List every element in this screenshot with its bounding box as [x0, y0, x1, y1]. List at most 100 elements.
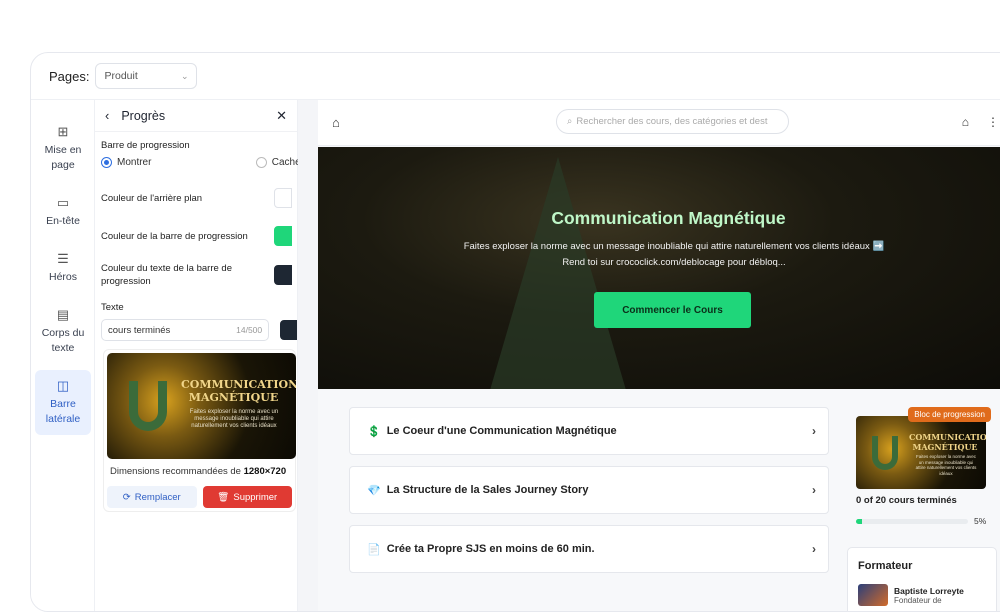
instructor-card: Formateur Baptiste Lorreyte Fondateur de: [847, 547, 997, 611]
bg-color-label: Couleur de l'arrière plan: [101, 192, 203, 204]
home-icon[interactable]: ⌂: [962, 115, 969, 129]
delete-button[interactable]: 🗑 Supprimer: [202, 486, 292, 508]
lesson-item[interactable]: 📄 Crée ta Propre SJS en moins de 60 min.…: [349, 525, 829, 573]
radio-show-label: Montrer: [117, 157, 152, 168]
header-actions: ⌂ ⋮⋮: [962, 115, 1000, 129]
radio-hide[interactable]: Cacher: [255, 157, 304, 168]
pages-select-value: Produit: [104, 70, 138, 82]
delete-label: Supprimer: [233, 491, 278, 503]
header-icon: ▭: [56, 195, 70, 210]
chevron-right-icon: ›: [812, 542, 816, 556]
pages-select[interactable]: Produit ⌄: [95, 63, 198, 89]
apps-grid-icon[interactable]: ⋮⋮: [987, 115, 1000, 129]
bar-text-color-row: Couleur du texte de la barre de progress…: [95, 262, 298, 288]
progress-block[interactable]: Bloc de progression COMMUNICATION MAGNÉT…: [853, 407, 993, 526]
replace-button[interactable]: ⟳ Remplacer: [107, 486, 197, 508]
home-icon[interactable]: ⌂: [332, 115, 340, 130]
close-icon[interactable]: ✕: [276, 108, 287, 124]
instructor-role: Fondateur de: [894, 595, 942, 605]
text-label: Texte: [101, 302, 124, 313]
hero-title: Communication Magnétique: [551, 208, 786, 228]
progress-percent: 5%: [974, 516, 987, 526]
top-bar: Pages: Produit ⌄: [31, 53, 1000, 100]
thumbnail-title: COMMUNICATION MAGNÉTIQUE: [909, 432, 986, 452]
radio-show[interactable]: Montrer: [101, 157, 151, 168]
hero-background-shape: [488, 157, 628, 389]
app-frame: Pages: Produit ⌄ ⊞ Mise en page ▭ En-têt…: [30, 52, 1000, 612]
sidebar-icon: ◫: [56, 378, 70, 393]
bg-color-swatch[interactable]: [274, 188, 292, 208]
thumbnail-subtitle: Faites exploser la norme avec un message…: [189, 409, 279, 429]
chevron-right-icon: ›: [812, 483, 816, 497]
text-color-swatch[interactable]: [280, 320, 297, 340]
panel-gutter: [298, 100, 318, 611]
nav-item-body-text[interactable]: ▤ Corps du texte: [35, 299, 91, 364]
progress-bar-fill: [856, 518, 862, 524]
lesson-item[interactable]: 💎 La Structure de la Sales Journey Story…: [349, 466, 829, 514]
nav-item-label: Héros: [48, 271, 77, 283]
bar-color-swatch[interactable]: [274, 226, 292, 246]
instructor-title: Formateur: [858, 560, 913, 572]
document-icon: 📄: [367, 543, 381, 556]
radio-dot-checked: [101, 157, 112, 168]
magnet-graphic: [872, 436, 898, 470]
panel-header: ‹ Progrès ✕: [95, 100, 297, 132]
nav-item-label: Mise en page: [44, 144, 82, 171]
avatar: [858, 584, 888, 606]
replace-label: Remplacer: [134, 491, 181, 503]
bar-text-color-label: Couleur du texte de la barre de progress…: [101, 263, 232, 287]
text-input-row: cours terminés 14/500: [95, 313, 297, 341]
progress-text-input[interactable]: cours terminés 14/500: [101, 319, 270, 341]
search-input[interactable]: ⌕ Rechercher des cours, des catégories e…: [556, 109, 789, 134]
dimensions-text: Dimensions recommandées de 1280×720: [107, 459, 292, 477]
progress-block-badge: Bloc de progression: [908, 407, 991, 422]
pages-label: Pages:: [49, 68, 90, 84]
dollar-icon: 💲: [367, 425, 381, 438]
preview-area: ⌂ ⌕ Rechercher des cours, des catégories…: [318, 100, 1000, 611]
start-course-button[interactable]: Commencer le Cours: [594, 292, 751, 328]
hero-description: Faites exploser la norme avec un message…: [463, 241, 885, 268]
back-arrow-icon[interactable]: ‹: [105, 108, 109, 123]
instructor-name: Baptiste Lorreyte: [894, 585, 964, 596]
nav-item-label: Barre latérale: [45, 398, 81, 425]
visibility-radio-group: Montrer Cacher: [95, 157, 310, 168]
progress-text-value: cours terminés: [108, 324, 171, 336]
instructor-row: Baptiste Lorreyte Fondateur de: [858, 584, 986, 606]
layout-icon: ⊞: [57, 124, 69, 139]
chevron-down-icon: ⌄: [180, 70, 189, 81]
thumbnail-title: COMMUNICATION MAGNÉTIQUE: [181, 378, 296, 404]
lesson-item[interactable]: 💲 Le Coeur d'une Communication Magnétiqu…: [349, 407, 829, 455]
progress-bar-row: 5%: [856, 516, 993, 526]
dimensions-label: Dimensions recommandées de: [110, 466, 241, 477]
settings-panel: ‹ Progrès ✕ Barre de progression Montrer…: [95, 100, 304, 611]
body-text-icon: ▤: [56, 307, 70, 322]
dimensions-value: 1280×720: [243, 466, 287, 477]
search-icon: ⌕: [567, 116, 573, 127]
preview-header: ⌂ ⌕ Rechercher des cours, des catégories…: [318, 100, 1000, 146]
nav-item-label: En-tête: [46, 215, 80, 227]
search-placeholder: Rechercher des cours, des catégories et …: [576, 116, 768, 127]
nav-item-hero[interactable]: ☰ Héros: [35, 243, 91, 293]
trash-icon: 🗑: [217, 491, 230, 503]
left-nav: ⊞ Mise en page ▭ En-tête ☰ Héros ▤ Corps…: [31, 100, 95, 611]
nav-item-layout[interactable]: ⊞ Mise en page: [35, 116, 91, 181]
magnet-graphic: [129, 381, 167, 431]
char-count: 14/500: [236, 325, 263, 335]
progress-section-label: Barre de progression: [101, 140, 190, 151]
image-card: COMMUNICATION MAGNÉTIQUE Faites exploser…: [103, 349, 296, 512]
refresh-icon: ⟳: [122, 491, 131, 503]
image-actions: ⟳ Remplacer 🗑 Supprimer: [107, 486, 292, 508]
radio-dot: [255, 157, 267, 168]
hero-icon: ☰: [57, 251, 69, 266]
sidebar-thumbnail: COMMUNICATION MAGNÉTIQUE Faites exploser…: [856, 416, 986, 489]
course-thumbnail: COMMUNICATION MAGNÉTIQUE Faites exploser…: [107, 353, 296, 459]
nav-item-label: Corps du texte: [41, 327, 85, 354]
progress-text: 0 of 20 cours terminés: [856, 495, 957, 506]
bar-text-color-swatch[interactable]: [274, 265, 292, 285]
thumbnail-subtitle: Faites exploser la norme avec un message…: [915, 454, 977, 476]
hero-banner: Communication Magnétique Faites exploser…: [318, 147, 1000, 389]
nav-item-sidebar[interactable]: ◫ Barre latérale: [35, 370, 91, 435]
bg-color-row: Couleur de l'arrière plan: [95, 188, 298, 208]
progress-bar: [856, 518, 968, 524]
nav-item-header[interactable]: ▭ En-tête: [35, 187, 91, 237]
